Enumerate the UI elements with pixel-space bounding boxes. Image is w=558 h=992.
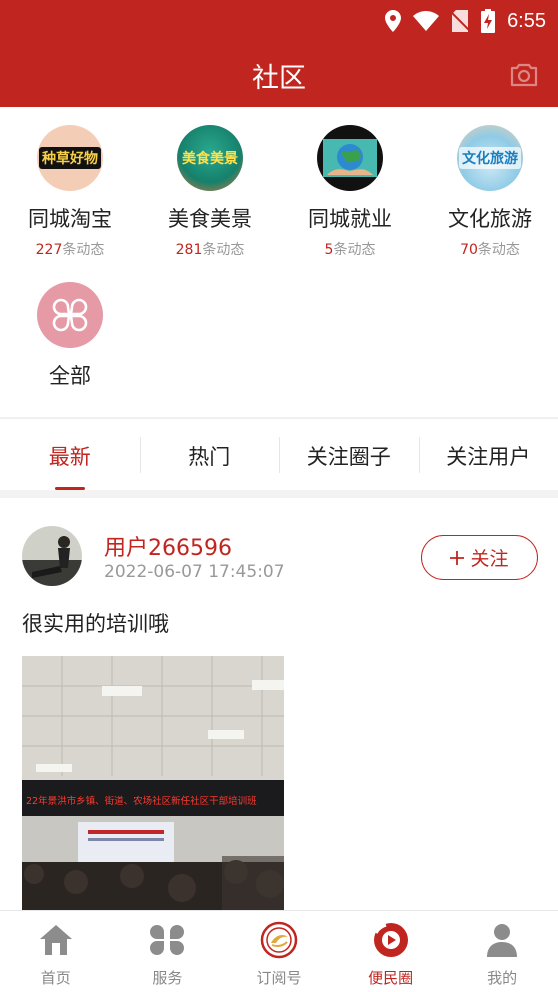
circle-count: 281条动态	[175, 242, 245, 258]
plus-icon	[450, 550, 465, 565]
circle-item-all[interactable]: 全部	[0, 282, 140, 390]
nav-subscription[interactable]: 订阅号	[223, 911, 335, 992]
tab-followed-circles[interactable]: 关注圈子	[279, 419, 419, 490]
clover-icon	[52, 298, 88, 332]
circle-count: 5条动态	[324, 242, 376, 258]
circle-name: 同城就业	[308, 207, 392, 231]
thumbnail-text: 美食美景	[182, 151, 238, 167]
nav-label: 订阅号	[256, 969, 302, 987]
post-text: 很实用的培训哦	[22, 612, 169, 636]
globe-hands-icon	[323, 139, 377, 177]
circle-item-travel[interactable]: 文化旅游 文化旅游 70条动态	[420, 125, 558, 259]
circle-item-taobao[interactable]: 种草好物 同城淘宝 227条动态	[0, 125, 140, 259]
post-timestamp: 2022-06-07 17:45:07	[104, 562, 285, 582]
status-time: 6:55	[507, 9, 546, 32]
follow-label: 关注	[470, 548, 509, 570]
nav-service[interactable]: 服务	[112, 911, 224, 992]
post-username[interactable]: 用户266596	[104, 530, 232, 562]
user-icon	[487, 924, 518, 957]
tab-latest[interactable]: 最新	[0, 419, 140, 490]
camera-icon[interactable]	[510, 63, 538, 87]
training-banner-text: 22年景洪市乡镇、街道、农场社区新任社区干部培训班	[26, 795, 257, 807]
nav-label: 便民圈	[368, 969, 414, 987]
circle-count: 70条动态	[460, 242, 520, 258]
circle-item-jobs[interactable]: 同城就业 5条动态	[280, 125, 420, 259]
nav-label: 我的	[487, 969, 518, 987]
status-bar: 6:55	[385, 6, 546, 36]
community-icon	[373, 923, 408, 957]
grid-icon	[150, 925, 185, 955]
tab-followed-users[interactable]: 关注用户	[418, 419, 558, 490]
circle-name: 文化旅游	[448, 207, 532, 231]
avatar[interactable]	[22, 526, 82, 586]
circle-count: 227条动态	[35, 242, 105, 258]
circle-name: 全部	[49, 364, 91, 388]
feed-tabs: 最新 热门 关注圈子 关注用户	[0, 418, 558, 490]
circle-thumbnail	[317, 125, 383, 191]
circle-thumbnail: 美食美景	[177, 125, 243, 191]
thumbnail-text: 文化旅游	[459, 147, 521, 169]
nav-label: 服务	[152, 969, 183, 987]
no-sim-icon	[451, 10, 470, 32]
circle-thumbnail	[37, 282, 103, 348]
tab-hot[interactable]: 热门	[139, 419, 280, 490]
bottom-nav: 首页 服务 订阅号 便民圈 我的	[0, 910, 558, 992]
thumbnail-text: 种草好物	[39, 147, 101, 169]
circle-name: 美食美景	[168, 207, 252, 231]
circle-name: 同城淘宝	[28, 207, 112, 231]
nav-home[interactable]: 首页	[0, 911, 112, 992]
circle-grid: 种草好物 同城淘宝 227条动态 美食美景 美食美景 281条动态 同城就业 5…	[0, 107, 558, 417]
battery-charging-icon	[481, 9, 496, 33]
circle-thumbnail: 种草好物	[37, 125, 103, 191]
circle-item-food[interactable]: 美食美景 美食美景 281条动态	[140, 125, 280, 259]
nav-mine[interactable]: 我的	[446, 911, 558, 992]
post-image[interactable]: 22年景洪市乡镇、街道、农场社区新任社区干部培训班	[22, 656, 284, 910]
circle-thumbnail: 文化旅游	[457, 125, 523, 191]
nav-community[interactable]: 便民圈	[335, 911, 447, 992]
subscription-icon	[260, 921, 298, 959]
location-icon	[385, 10, 402, 32]
top-bar: 6:55 社区	[0, 0, 558, 107]
post-card: 用户266596 2022-06-07 17:45:07 关注 很实用的培训哦 …	[0, 498, 558, 910]
page-title: 社区	[252, 63, 306, 94]
follow-button[interactable]: 关注	[421, 535, 538, 580]
home-icon	[39, 925, 72, 955]
wifi-icon	[413, 11, 440, 31]
nav-label: 首页	[40, 969, 71, 987]
